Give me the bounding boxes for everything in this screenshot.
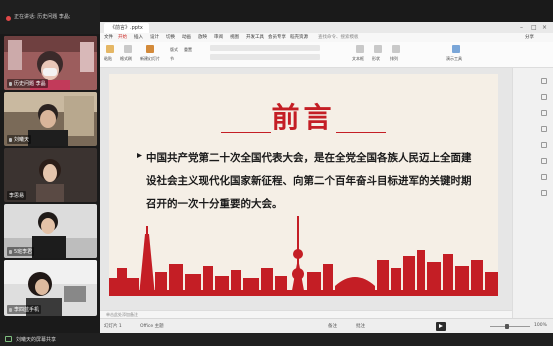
shape-icon[interactable] <box>374 45 382 53</box>
comment-button[interactable]: 批注 <box>356 323 365 329</box>
menu-home[interactable]: 开始 <box>118 34 127 40</box>
command-search[interactable]: 查找命令、搜索模板 <box>318 34 359 40</box>
wps-window: 《前言》.pptx – □ × 文件 开始 插入 设计 切换 动画 放映 审阅 … <box>100 22 553 333</box>
mic-icon <box>9 137 12 142</box>
screen-share-status: 刘曦天的屏幕共享 <box>16 337 57 343</box>
notes-button[interactable]: 备注 <box>328 323 337 329</box>
slide-canvas[interactable]: 前言 中国共产党第二十次全国代表大会，是在全党全国各族人民迈上全面建设社会主义现… <box>109 74 498 296</box>
shape-fill-icon[interactable] <box>541 126 547 132</box>
textbox-icon[interactable] <box>356 45 364 53</box>
screen-share-icon <box>5 336 12 342</box>
bullet-arrow-icon <box>137 153 142 158</box>
slide-body-text[interactable]: 中国共产党第二十次全国代表大会，是在全党全国各族人民迈上全面建设社会主义现代化国… <box>146 147 481 216</box>
participant-tile[interactable]: 5班李君 <box>4 204 97 258</box>
menu-view[interactable]: 视图 <box>230 34 239 40</box>
layout-button[interactable]: 版式 <box>170 47 178 53</box>
menu-developer[interactable]: 开发工具 <box>246 34 264 40</box>
screen-share-bar: 刘曦天的屏幕共享 <box>0 333 553 346</box>
participant-name: 李四蓝手机 <box>7 305 42 314</box>
zoom-level[interactable]: 100% <box>534 323 547 328</box>
menu-review[interactable]: 审阅 <box>214 34 223 40</box>
font-toolbar[interactable] <box>210 45 320 51</box>
menu-insert[interactable]: 插入 <box>134 34 143 40</box>
document-tabbar: 《前言》.pptx – □ × <box>100 22 553 33</box>
slide-count: 幻灯片 1 <box>104 324 122 329</box>
section-button[interactable]: 节 <box>170 56 174 62</box>
participant-tile[interactable]: 刘曦天 <box>4 92 97 146</box>
title-divider-right <box>336 132 386 133</box>
theme-name: Office 主题 <box>140 324 164 329</box>
arrange-label: 排列 <box>390 56 398 61</box>
speaking-indicator-icon <box>6 16 11 21</box>
mic-icon <box>9 249 12 254</box>
paragraph-toolbar[interactable] <box>210 54 320 60</box>
right-tool-panel <box>512 68 553 318</box>
presentation-tools-icon[interactable] <box>452 45 460 53</box>
meeting-header: 正在讲话: 历史问题 李晶; <box>0 0 100 34</box>
menu-file[interactable]: 文件 <box>104 34 113 40</box>
ribbon-toolbar: 粘贴 格式刷 新建幻灯片 版式 节 重置 文本框 形状 排列 演示工具 <box>100 42 553 68</box>
mic-icon <box>9 81 12 86</box>
participant-tile[interactable]: 李四蓝手机 <box>4 260 97 316</box>
textbox-tool-icon[interactable] <box>541 142 547 148</box>
menu-animation[interactable]: 动画 <box>182 34 191 40</box>
notes-area[interactable]: 单击此处添加备注 <box>100 310 512 318</box>
menu-bar: 文件 开始 插入 设计 切换 动画 放映 审阅 视图 开发工具 会员专享 稻壳资… <box>100 33 553 42</box>
shape-label: 形状 <box>372 56 380 61</box>
title-divider-left <box>221 132 271 133</box>
maximize-icon[interactable]: □ <box>531 24 537 31</box>
screen: 正在讲话: 历史问题 李晶; 历史问题 李晶 刘曦天 李思易 5班李君 李四蓝手… <box>0 0 553 346</box>
layers-icon[interactable] <box>541 190 547 196</box>
document-tab[interactable]: 《前言》.pptx <box>104 23 149 33</box>
paste-icon[interactable] <box>106 45 114 53</box>
menu-docer[interactable]: 稻壳资源 <box>290 34 308 40</box>
share-button[interactable]: 分享 <box>525 34 534 40</box>
location-icon[interactable] <box>541 174 547 180</box>
menu-transition[interactable]: 切换 <box>166 34 175 40</box>
format-painter-label: 格式刷 <box>120 56 132 61</box>
status-bar: 幻灯片 1 Office 主题 备注 批注 100% <box>100 318 553 333</box>
menu-design[interactable]: 设计 <box>150 34 159 40</box>
design-icon[interactable] <box>541 94 547 100</box>
menu-slideshow[interactable]: 放映 <box>198 34 207 40</box>
participant-name: 刘曦天 <box>7 135 32 144</box>
format-painter-icon[interactable] <box>124 45 132 53</box>
speaking-text: 正在讲话: 历史问题 李晶; <box>14 14 71 20</box>
play-slideshow-icon[interactable] <box>436 322 446 331</box>
presentation-tools-label: 演示工具 <box>446 56 462 61</box>
new-slide-icon[interactable] <box>146 45 154 53</box>
participant-name: 李思易 <box>7 191 27 200</box>
participant-name: 5班李君 <box>7 247 35 256</box>
mic-icon <box>9 307 12 312</box>
new-slide-label: 新建幻灯片 <box>140 56 160 61</box>
zoom-slider[interactable] <box>490 326 530 327</box>
participant-tile[interactable]: 历史问题 李晶 <box>4 36 97 90</box>
reset-button[interactable]: 重置 <box>184 47 192 53</box>
slide-pane: 前言 中国共产党第二十次全国代表大会，是在全党全国各族人民迈上全面建设社会主义现… <box>100 68 512 310</box>
textbox-label: 文本框 <box>352 56 364 61</box>
arrange-icon[interactable] <box>392 45 400 53</box>
participant-name: 历史问题 李晶 <box>7 79 48 88</box>
city-skyline-image <box>109 216 498 296</box>
image-icon[interactable] <box>541 158 547 164</box>
slide-title[interactable]: 前言 <box>109 96 498 136</box>
participant-tile[interactable]: 李思易 <box>4 148 97 202</box>
animation-icon[interactable] <box>541 110 547 116</box>
pointer-icon[interactable] <box>541 78 547 84</box>
paste-label: 粘贴 <box>104 56 112 61</box>
minimize-icon[interactable]: – <box>520 24 523 31</box>
menu-member[interactable]: 会员专享 <box>268 34 286 40</box>
zoom-slider-handle[interactable] <box>505 324 509 329</box>
close-icon[interactable]: × <box>542 24 547 31</box>
